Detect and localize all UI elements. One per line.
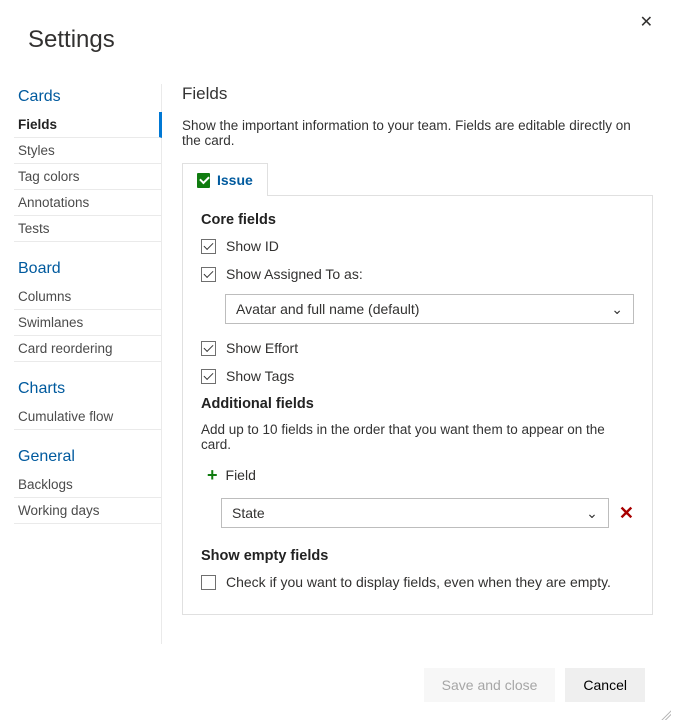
chevron-down-icon: ⌄ [611, 301, 623, 318]
tab-row: Issue [182, 162, 653, 196]
sidebar-styles[interactable]: Styles [14, 138, 161, 164]
chevron-down-icon: ⌄ [586, 505, 598, 522]
sidebar-tests[interactable]: Tests [14, 216, 161, 242]
sidebar-section-header: Charts [14, 376, 161, 404]
additional-fields-heading: Additional fields [201, 396, 634, 412]
assigned-to-select-value: Avatar and full name (default) [236, 301, 419, 317]
cancel-button[interactable]: Cancel [565, 668, 645, 702]
show-assigned-checkbox[interactable] [201, 267, 216, 282]
sidebar-columns[interactable]: Columns [14, 284, 161, 310]
add-field-button[interactable]: + Field [207, 466, 256, 484]
issue-icon [197, 173, 210, 188]
page-title: Settings [28, 26, 673, 54]
show-tags-checkbox[interactable] [201, 369, 216, 384]
main-title: Fields [182, 84, 653, 104]
main-panel: Fields Show the important information to… [162, 84, 673, 644]
sidebar-card-reordering[interactable]: Card reordering [14, 336, 161, 362]
sidebar-annotations[interactable]: Annotations [14, 190, 161, 216]
added-field-select[interactable]: State ⌄ [221, 498, 609, 528]
remove-field-icon[interactable]: ✕ [619, 503, 634, 524]
sidebar-working-days[interactable]: Working days [14, 498, 161, 524]
show-empty-label: Check if you want to display fields, eve… [226, 574, 611, 590]
save-and-close-button[interactable]: Save and close [424, 668, 556, 702]
sidebar-tag-colors[interactable]: Tag colors [14, 164, 161, 190]
show-effort-checkbox[interactable] [201, 341, 216, 356]
show-assigned-label: Show Assigned To as: [226, 266, 363, 282]
added-field-select-value: State [232, 505, 265, 521]
show-empty-checkbox[interactable] [201, 575, 216, 590]
show-tags-label: Show Tags [226, 368, 294, 384]
main-description: Show the important information to your t… [182, 118, 653, 148]
show-id-label: Show ID [226, 238, 279, 254]
show-effort-label: Show Effort [226, 340, 298, 356]
footer: Save and close Cancel [424, 668, 645, 702]
resize-grip[interactable] [659, 708, 671, 720]
sidebar-section-header: Board [14, 256, 161, 284]
sidebar-swimlanes[interactable]: Swimlanes [14, 310, 161, 336]
tab-issue[interactable]: Issue [182, 163, 268, 196]
core-fields-heading: Core fields [201, 212, 634, 228]
sidebar-section-header: General [14, 444, 161, 472]
assigned-to-select[interactable]: Avatar and full name (default) ⌄ [225, 294, 634, 324]
sidebar: CardsFieldsStylesTag colorsAnnotationsTe… [0, 84, 162, 644]
add-field-label: Field [226, 467, 256, 483]
tab-content: Core fields Show ID Show Assigned To as:… [182, 196, 653, 615]
additional-fields-subtext: Add up to 10 fields in the order that yo… [201, 422, 634, 452]
show-id-checkbox[interactable] [201, 239, 216, 254]
plus-icon: + [207, 466, 218, 484]
sidebar-cumulative-flow[interactable]: Cumulative flow [14, 404, 161, 430]
close-icon[interactable]: ✕ [640, 12, 653, 32]
sidebar-section-header: Cards [14, 84, 161, 112]
sidebar-backlogs[interactable]: Backlogs [14, 472, 161, 498]
sidebar-fields[interactable]: Fields [14, 112, 162, 138]
show-empty-heading: Show empty fields [201, 548, 634, 564]
tab-issue-label: Issue [217, 172, 253, 188]
